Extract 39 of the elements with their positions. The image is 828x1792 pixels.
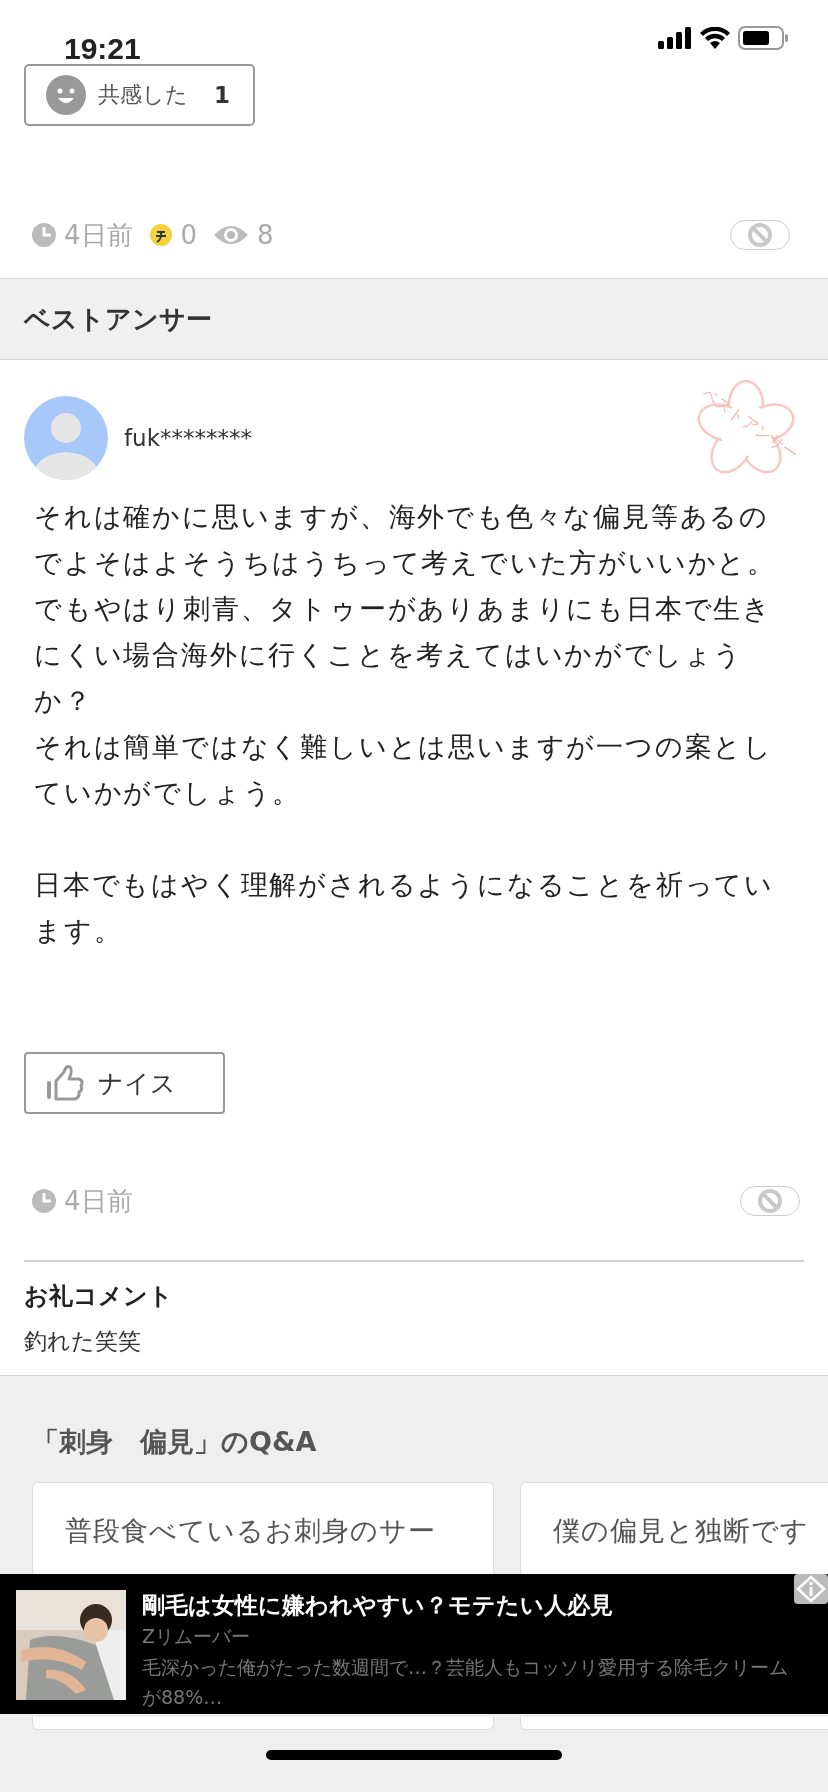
signal-icon [658, 27, 692, 49]
battery-icon [738, 26, 788, 50]
ad-title: 剛毛は女性に嫌われやすい？モテたい人必見 [142, 1591, 614, 1620]
empathy-button[interactable]: 共感した 1 [24, 64, 255, 126]
status-time: 19:21 [64, 34, 141, 64]
prohibited-icon [747, 222, 773, 248]
answer-text: それは簡単ではなく難しいとは思いますが一つの案としていかがでしょう。 [34, 730, 774, 810]
thanks-comment: 釣れた笑笑 [24, 1327, 142, 1356]
best-answer-heading: ベストアンサー [24, 302, 212, 336]
clock-icon [32, 223, 56, 247]
answer-text: それは確かに思いますが、海外でも色々な偏見等あるのでよそはよそうちはうちって考えでいた方がいいかと。でもやはり刺青、タトゥーがありあまりにも日本で生きにくい場合海外に行くことを考えてはいかがでしょうか？ [34, 500, 777, 718]
hide-button[interactable] [730, 220, 790, 250]
user-name[interactable]: fuk******** [124, 425, 252, 451]
wifi-icon [700, 27, 730, 49]
posted-time: 4日前 [64, 218, 133, 252]
clock-icon [32, 1189, 56, 1213]
prohibited-icon [757, 1188, 783, 1214]
card-title: 僕の偏見と独断です [553, 1514, 810, 1548]
thanks-heading: お礼コメント [24, 1281, 174, 1312]
ad-banner[interactable]: 剛毛は女性に嫌われやすい？モテたい人必見 Zリムーバー 毛深かった俺がたった数週間で…？芸能人もコッソリ愛用する除毛クリームが88%… [0, 1574, 828, 1714]
smiley-icon [46, 75, 86, 115]
answer-text: 日本でもはやく理解がされるようになることを祈っています。 [34, 868, 775, 948]
best-answer-stamp: ベストアンサー [694, 378, 798, 482]
related-heading: 「刺身 偏見」のQ&A [32, 1425, 318, 1459]
empathy-count: 1 [214, 82, 230, 108]
hide-button[interactable] [740, 1186, 800, 1216]
thumbs-up-icon [46, 1063, 86, 1103]
question-card[interactable]: 普段食べているお刺身のサー [32, 1482, 494, 1577]
answer-time: 4日前 [64, 1184, 133, 1218]
question-card[interactable]: 僕の偏見と独断です [520, 1482, 828, 1577]
eye-icon [213, 223, 250, 247]
coin-icon [148, 223, 173, 247]
info-icon[interactable] [794, 1574, 828, 1604]
coin-count: 0 [180, 220, 198, 250]
view-count: 8 [257, 220, 274, 250]
card-title: 普段食べているお刺身のサー [65, 1514, 437, 1548]
ad-sponsor: Zリムーバー [142, 1624, 252, 1649]
nice-button[interactable]: ナイス [24, 1052, 225, 1114]
ad-description: 毛深かった俺がたった数週間で…？芸能人もコッソリ愛用する除毛クリームが88%… [142, 1655, 789, 1710]
